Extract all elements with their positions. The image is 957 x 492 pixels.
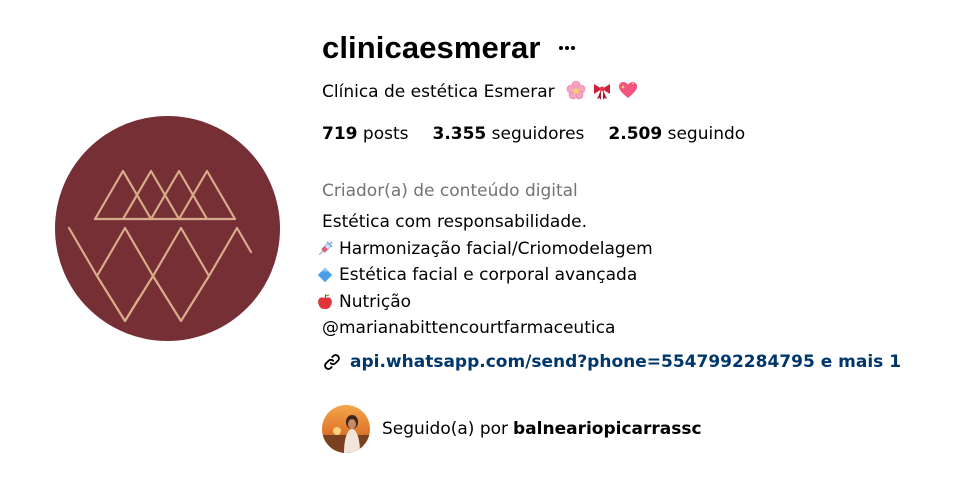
apple-emoji — [318, 293, 332, 309]
bio-line: Harmonização facial/Criomodelagem — [316, 236, 653, 263]
followed-by-user[interactable]: balneariopicarrassc — [513, 419, 702, 439]
posts-count-label: posts — [362, 124, 409, 144]
link-chain-icon — [324, 354, 340, 370]
external-link-text: api.whatsapp.com/send?phone=554799228479… — [350, 352, 902, 372]
followers-count-value: 3.355 — [432, 124, 487, 144]
following-count-label: seguindo — [667, 124, 746, 144]
blue-diamond-emoji — [317, 268, 333, 283]
bio-line: Nutrição — [316, 289, 653, 316]
external-link[interactable]: api.whatsapp.com/send?phone=554799228479… — [322, 352, 901, 372]
ribbon-emoji — [594, 84, 611, 100]
bio-line-text: Nutrição — [339, 291, 412, 312]
profile-avatar[interactable] — [55, 116, 280, 341]
more-options-button[interactable] — [557, 38, 577, 58]
profile-stats: 719 posts 3.355 seguidores 2.509 seguind… — [322, 124, 745, 144]
more-dots-icon — [558, 46, 575, 50]
followed-by[interactable]: Seguido(a) por balneariopicarrassc — [322, 405, 702, 453]
follower-avatar[interactable] — [322, 405, 370, 453]
esmerar-logo — [67, 169, 253, 323]
profile-bio: Estética com responsabilidade. Harmoniza… — [316, 209, 653, 342]
bio-handle-line: @marianabittencourtfarmaceutica — [316, 315, 653, 342]
followers-count-label: seguidores — [491, 124, 585, 144]
profile-category: Criador(a) de conteúdo digital — [322, 181, 578, 201]
bio-line-text: Harmonização facial/Criomodelagem — [339, 238, 653, 259]
profile-full-name-row: Clínica de estética Esmerar — [322, 80, 638, 102]
posts-count-value: 719 — [322, 124, 358, 144]
bio-line: Estética com responsabilidade. — [322, 212, 587, 232]
profile-full-name: Clínica de estética Esmerar — [322, 82, 555, 102]
following-count-link[interactable]: 2.509 seguindo — [608, 124, 745, 144]
cherry-blossom-emoji — [566, 80, 586, 100]
posts-count[interactable]: 719 posts — [322, 124, 408, 144]
profile-username: clinicaesmerar — [322, 30, 541, 65]
profile-header: clinicaesmerar Clínica de estética Esmer… — [0, 0, 957, 492]
follower-avatar-image — [322, 405, 370, 453]
following-count-value: 2.509 — [608, 124, 663, 144]
bio-mention-link[interactable]: @marianabittencourtfarmaceutica — [316, 315, 615, 342]
syringe-emoji — [318, 241, 333, 255]
bio-line-text: Estética facial e corporal avançada — [339, 265, 638, 285]
bio-line: Estética facial e corporal avançada — [316, 262, 653, 289]
followed-by-prefix: Seguido(a) por — [382, 419, 508, 439]
sparkling-heart-emoji — [619, 82, 638, 98]
followers-count-link[interactable]: 3.355 seguidores — [432, 124, 584, 144]
